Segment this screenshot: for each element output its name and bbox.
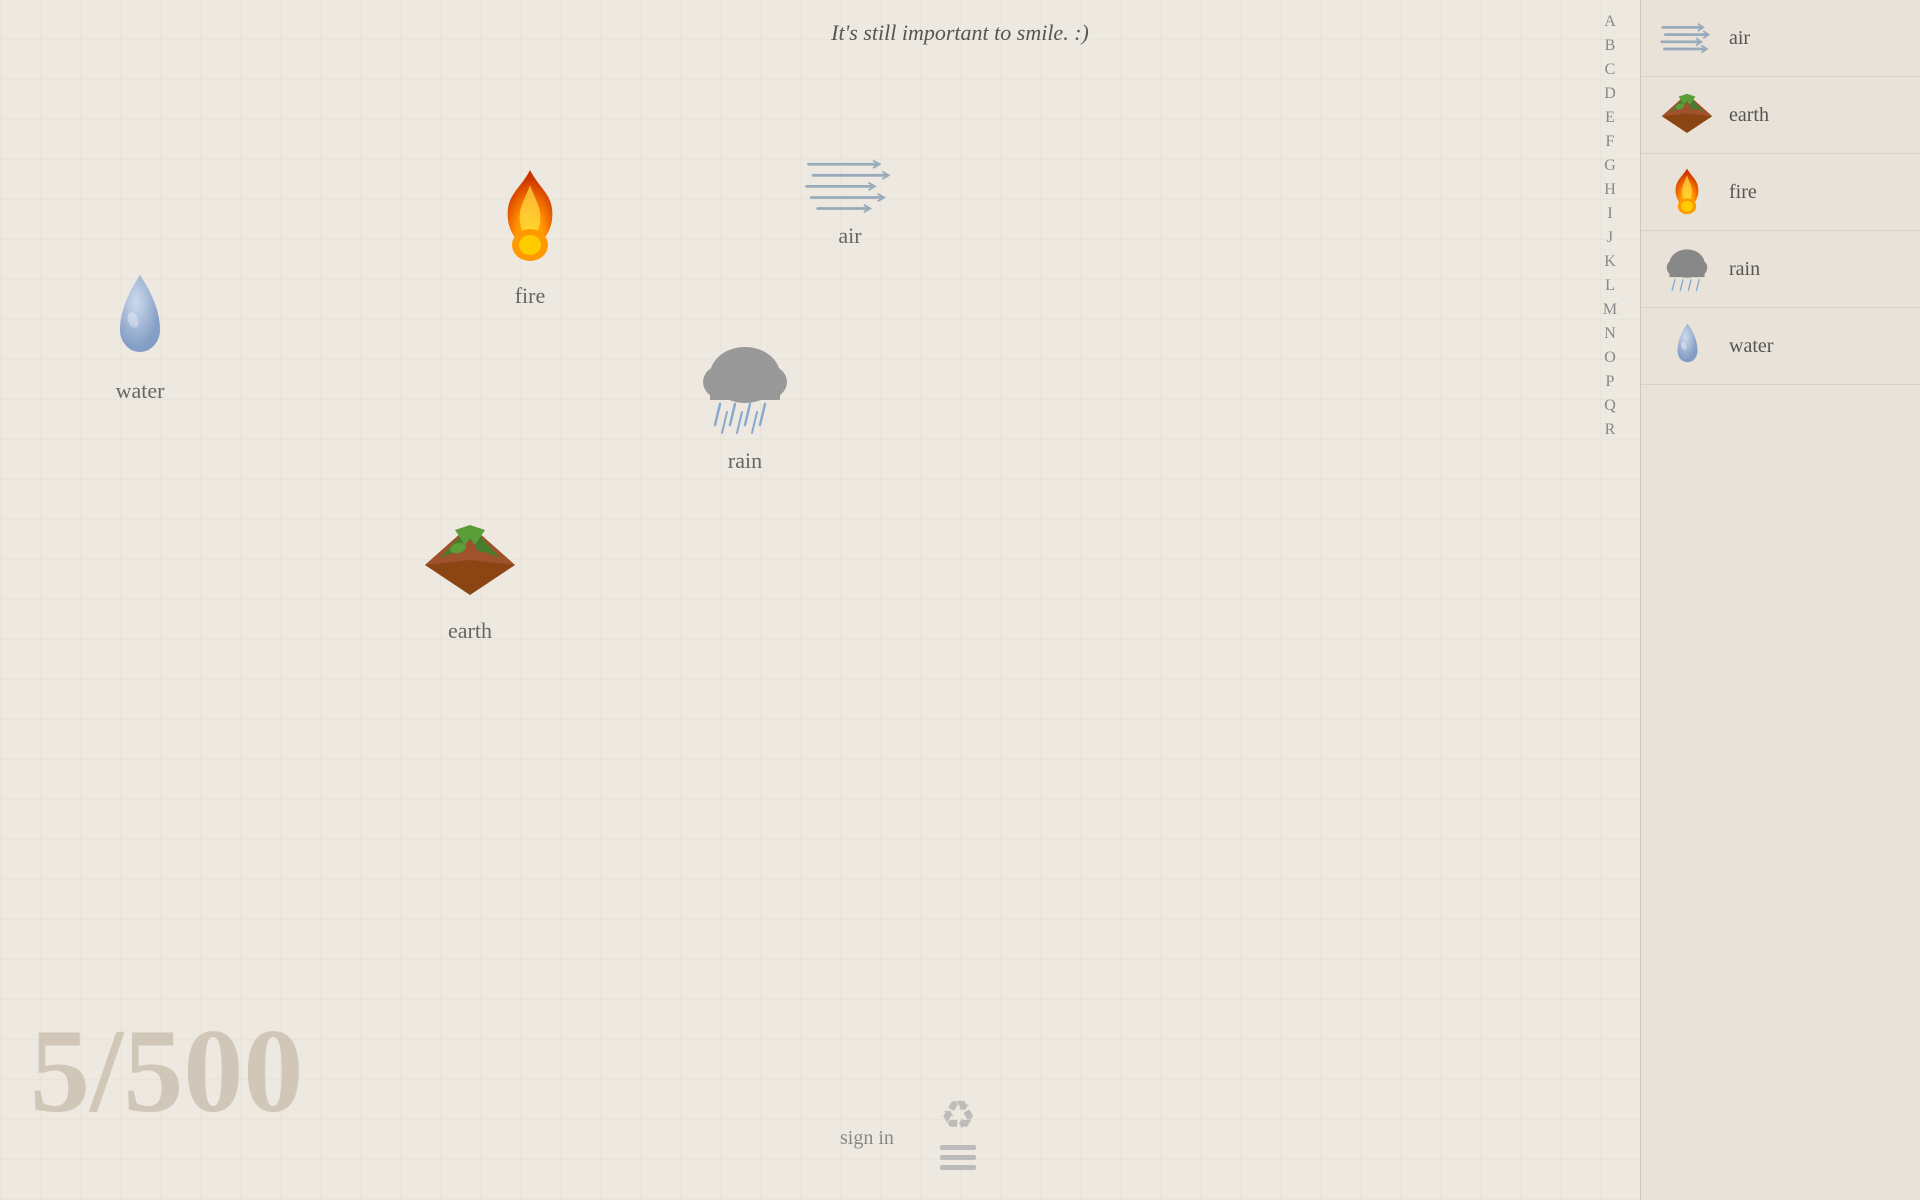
sidebar-fire-label: fire: [1729, 181, 1757, 204]
canvas-water[interactable]: water: [100, 270, 180, 404]
canvas-earth[interactable]: earth: [420, 520, 520, 644]
alpha-letter-k[interactable]: K: [1604, 250, 1616, 274]
rain-icon: [690, 330, 800, 440]
sidebar-earth-icon: [1657, 85, 1717, 145]
recycle-icon[interactable]: ♻: [940, 1092, 976, 1139]
alpha-letter-b[interactable]: B: [1605, 34, 1616, 58]
sidebar: air earth fire: [1640, 0, 1920, 1200]
sidebar-item-earth[interactable]: earth: [1641, 77, 1920, 154]
sidebar-water-icon: [1657, 316, 1717, 376]
alpha-letter-d[interactable]: D: [1604, 82, 1616, 106]
alpha-letter-i[interactable]: I: [1607, 202, 1612, 226]
alpha-letter-q[interactable]: Q: [1604, 394, 1616, 418]
sidebar-item-rain[interactable]: rain: [1641, 231, 1920, 308]
fire-icon: [490, 165, 570, 275]
water-drop-icon: [100, 270, 180, 370]
alpha-letter-o[interactable]: O: [1604, 346, 1616, 370]
alpha-letter-a[interactable]: A: [1604, 10, 1616, 34]
canvas-fire-label: fire: [515, 283, 546, 309]
element-counter: 5/500: [30, 1002, 303, 1140]
alpha-letter-j[interactable]: J: [1607, 226, 1613, 250]
sign-in-button[interactable]: sign in: [840, 1127, 894, 1150]
alpha-letter-l[interactable]: L: [1605, 274, 1615, 298]
alpha-letter-n[interactable]: N: [1604, 322, 1616, 346]
bottom-icons: ♻: [940, 1092, 976, 1170]
sidebar-item-air[interactable]: air: [1641, 0, 1920, 77]
canvas-rain[interactable]: rain: [690, 330, 800, 474]
alpha-letter-e[interactable]: E: [1605, 106, 1615, 130]
sidebar-air-icon: [1657, 8, 1717, 68]
alpha-letter-g[interactable]: G: [1604, 154, 1616, 178]
alpha-letter-f[interactable]: F: [1606, 130, 1615, 154]
canvas-fire[interactable]: fire: [490, 165, 570, 309]
sidebar-item-fire[interactable]: fire: [1641, 154, 1920, 231]
air-icon: [800, 155, 900, 215]
alphabet-strip: ABCDEFGHIJKLMNOPQR: [1580, 0, 1640, 1200]
alpha-letter-r[interactable]: R: [1605, 418, 1616, 442]
sidebar-water-label: water: [1729, 335, 1773, 358]
canvas-air-label: air: [838, 223, 861, 249]
sidebar-item-water[interactable]: water: [1641, 308, 1920, 385]
canvas-earth-label: earth: [448, 618, 492, 644]
canvas-rain-label: rain: [728, 448, 762, 474]
sidebar-earth-label: earth: [1729, 104, 1769, 127]
sidebar-fire-icon: [1657, 162, 1717, 222]
canvas-air[interactable]: air: [800, 155, 900, 249]
alpha-letter-h[interactable]: H: [1604, 178, 1616, 202]
alpha-letter-c[interactable]: C: [1605, 58, 1616, 82]
alpha-letter-m[interactable]: M: [1603, 298, 1617, 322]
sidebar-rain-icon: [1657, 239, 1717, 299]
sidebar-rain-label: rain: [1729, 258, 1760, 281]
alpha-letter-p[interactable]: P: [1606, 370, 1615, 394]
sidebar-air-label: air: [1729, 27, 1750, 50]
earth-icon: [420, 520, 520, 610]
canvas-water-label: water: [116, 378, 165, 404]
hamburger-menu[interactable]: [940, 1145, 976, 1170]
